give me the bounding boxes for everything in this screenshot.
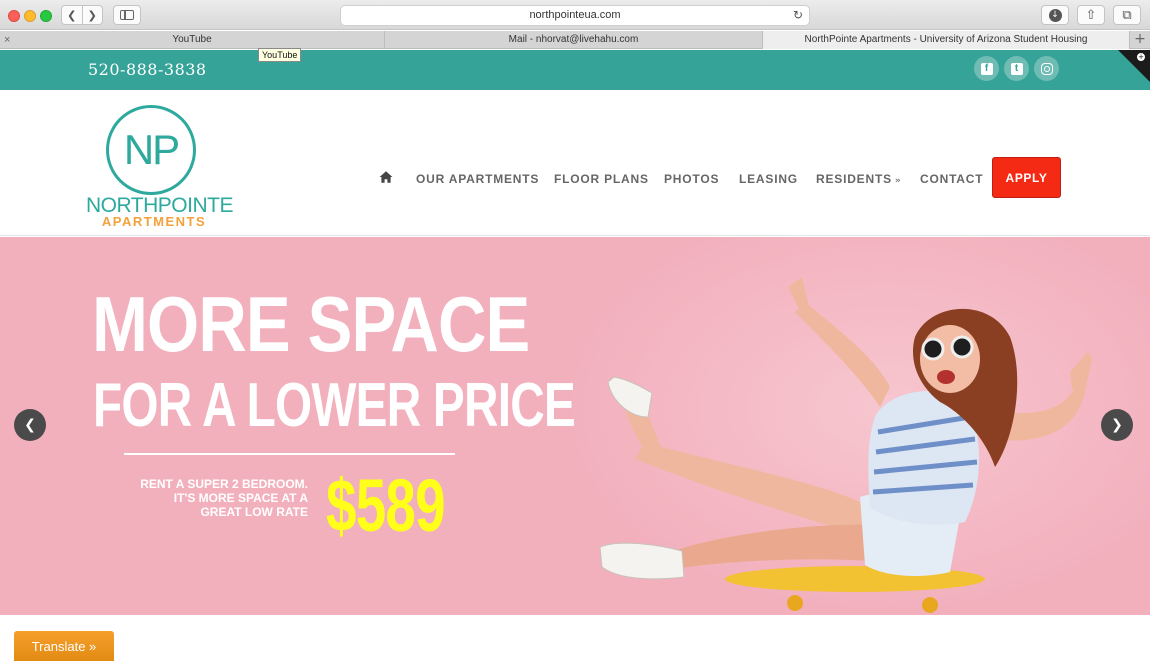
hand-icon (1070, 352, 1092, 392)
nav-floor-plans[interactable]: FLOOR PLANS (554, 172, 649, 186)
corner-ribbon[interactable] (1118, 50, 1150, 82)
leg-shape (670, 524, 890, 569)
phone-number[interactable]: 520-888-3838 (88, 60, 207, 79)
instagram-icon (1040, 62, 1053, 75)
share-button[interactable]: ⇧ (1077, 5, 1105, 25)
hero-photo (599, 277, 1092, 613)
logo-subtitle: APARTMENTS (101, 214, 207, 229)
skateboard-wheel (787, 595, 803, 611)
tabs-icon: ⧉ (1122, 7, 1132, 23)
skateboard-wheel (922, 597, 938, 613)
promo-text: RENT A SUPER 2 BEDROOM. IT'S MORE SPACE … (118, 477, 308, 519)
home-icon[interactable] (379, 170, 393, 184)
nav-photos[interactable]: PHOTOS (664, 172, 719, 186)
download-icon: ↓ (1048, 8, 1062, 22)
content-area (0, 615, 1150, 660)
nav-residents[interactable]: RESIDENTS» (816, 172, 902, 186)
promo-price: $589 (326, 464, 446, 547)
url-text: northpointeua.com (529, 9, 621, 21)
sunglasses-icon (921, 337, 945, 361)
tab-label: NorthPointe Apartments - University of A… (804, 34, 1088, 45)
slider-prev-button[interactable]: ❮ (14, 409, 46, 441)
instagram-link[interactable] (1034, 56, 1059, 81)
sneaker-icon (599, 542, 685, 580)
promo-line: GREAT LOW RATE (200, 505, 308, 519)
hero-slider: MORE SPACE FOR A LOWER PRICE RENT A SUPE… (0, 237, 1150, 615)
apply-button[interactable]: APPLY (992, 157, 1061, 198)
site-header: NP NORTHPOINTE APARTMENTS OUR APARTMENTS… (0, 90, 1150, 236)
hero-subheadline: FOR A LOWER PRICE (93, 371, 576, 440)
slider-next-button[interactable]: ❯ (1101, 409, 1133, 441)
logo-mark[interactable]: NP (106, 105, 196, 195)
tab-label: YouTube (172, 34, 212, 45)
twitter-icon: t (1010, 62, 1023, 75)
back-icon[interactable]: ❮ (62, 9, 82, 22)
tab-bar: × YouTube Mail - nhorvat@livehahu.com No… (0, 31, 1150, 49)
chevron-down-icon: » (894, 176, 902, 186)
address-bar[interactable]: northpointeua.com ↻ (340, 5, 810, 26)
divider (124, 453, 455, 455)
tab-mail[interactable]: Mail - nhorvat@livehahu.com (385, 31, 763, 49)
downloads-button[interactable]: ↓ (1041, 5, 1069, 25)
arm-shape (795, 302, 890, 407)
promo-line: IT'S MORE SPACE AT A (173, 491, 308, 505)
mouth-shape (937, 370, 955, 384)
site-topbar: 520-888-3838 f t (0, 50, 1150, 90)
twitter-link[interactable]: t (1004, 56, 1029, 81)
close-tab-icon[interactable]: × (4, 31, 10, 49)
close-window-button[interactable] (8, 10, 20, 22)
tab-label: Mail - nhorvat@livehahu.com (508, 34, 639, 45)
browser-toolbar: ❮ ❯ northpointeua.com ↻ ↓ ⇧ ⧉ (0, 0, 1150, 30)
minimize-window-button[interactable] (24, 10, 36, 22)
sneaker-icon (607, 376, 653, 418)
hero-headline: MORE SPACE (92, 280, 530, 368)
chevron-right-icon: ❯ (1111, 417, 1123, 433)
new-tab-button[interactable]: + (1130, 31, 1150, 49)
nav-contact[interactable]: CONTACT (920, 172, 983, 186)
nav-residents-label: RESIDENTS (816, 172, 892, 186)
history-nav: ❮ ❯ (61, 5, 103, 25)
facebook-icon: f (980, 62, 993, 75)
translate-button[interactable]: Translate » (14, 631, 114, 661)
forward-icon[interactable]: ❯ (82, 9, 102, 22)
tooltip: YouTube (258, 48, 302, 62)
zoom-window-button[interactable] (40, 10, 52, 22)
share-icon: ⇧ (1085, 7, 1097, 23)
sidebar-toggle-button[interactable] (113, 5, 141, 25)
logo-monogram: NP (123, 126, 180, 173)
plus-icon[interactable]: + (1137, 53, 1145, 61)
nav-our-apartments[interactable]: OUR APARTMENTS (416, 172, 539, 186)
nav-leasing[interactable]: LEASING (739, 172, 798, 186)
promo-line: RENT A SUPER 2 BEDROOM. (140, 477, 308, 491)
show-tabs-button[interactable]: ⧉ (1113, 5, 1141, 25)
tab-northpointe[interactable]: NorthPointe Apartments - University of A… (763, 31, 1130, 49)
sidebar-icon (120, 10, 134, 20)
reload-icon[interactable]: ↻ (793, 6, 803, 25)
sunglasses-icon (950, 335, 974, 359)
facebook-link[interactable]: f (974, 56, 999, 81)
tab-youtube[interactable]: × YouTube (0, 31, 385, 49)
chevron-left-icon: ❮ (24, 417, 36, 433)
